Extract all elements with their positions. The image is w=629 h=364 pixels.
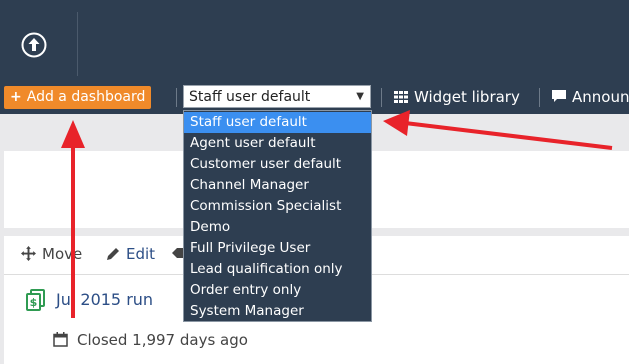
dropdown-option[interactable]: Channel Manager bbox=[184, 175, 371, 196]
caret-down-icon: ▼ bbox=[356, 91, 364, 102]
add-dashboard-button[interactable]: + Add a dashboard bbox=[4, 86, 152, 109]
dashboard-select[interactable]: Staff user default ▼ bbox=[183, 85, 371, 108]
dropdown-option[interactable]: System Manager bbox=[184, 301, 371, 322]
widget-library-button[interactable]: Widget library bbox=[394, 87, 520, 108]
svg-text:$: $ bbox=[30, 296, 38, 309]
pencil-icon bbox=[107, 248, 119, 260]
edit-label: Edit bbox=[126, 245, 156, 263]
dropdown-option[interactable]: Lead qualification only bbox=[184, 259, 371, 280]
dropdown-option[interactable]: Staff user default bbox=[184, 112, 371, 133]
arrow-to-selected-option bbox=[383, 110, 613, 150]
dashboard-select-value: Staff user default bbox=[189, 89, 311, 105]
dropdown-option[interactable]: Agent user default bbox=[184, 133, 371, 154]
plus-icon: + bbox=[10, 89, 22, 105]
closed-status-text: Closed 1,997 days ago bbox=[77, 331, 248, 349]
calendar-icon bbox=[53, 332, 68, 351]
job-title-link[interactable]: Jul 2015 run bbox=[56, 290, 153, 309]
move-label: Move bbox=[42, 245, 83, 263]
dropdown-option[interactable]: Demo bbox=[184, 217, 371, 238]
add-dashboard-label: Add a dashboard bbox=[26, 89, 146, 105]
edit-button[interactable]: Edit bbox=[106, 245, 155, 263]
topbar-divider bbox=[77, 12, 78, 76]
dropdown-option[interactable]: Customer user default bbox=[184, 154, 371, 175]
toolbar-divider bbox=[539, 88, 540, 107]
job-icon: $ bbox=[26, 289, 46, 315]
dashboard-dropdown-list: Staff user default Agent user default Cu… bbox=[183, 110, 372, 322]
move-icon bbox=[21, 246, 36, 261]
announcements-button[interactable]: Announ bbox=[552, 87, 629, 108]
announcements-label: Announ bbox=[572, 88, 629, 106]
toolbar-divider bbox=[176, 88, 177, 107]
comment-icon bbox=[552, 88, 566, 108]
move-button[interactable]: Move bbox=[21, 245, 82, 263]
widget-library-label: Widget library bbox=[414, 88, 520, 106]
toolbar-divider bbox=[381, 88, 382, 107]
upload-icon[interactable] bbox=[21, 32, 47, 58]
grid-icon bbox=[394, 88, 408, 108]
dropdown-option[interactable]: Full Privilege User bbox=[184, 238, 371, 259]
top-nav-bar bbox=[0, 0, 629, 81]
dropdown-option[interactable]: Order entry only bbox=[184, 280, 371, 301]
dropdown-option[interactable]: Commission Specialist bbox=[184, 196, 371, 217]
